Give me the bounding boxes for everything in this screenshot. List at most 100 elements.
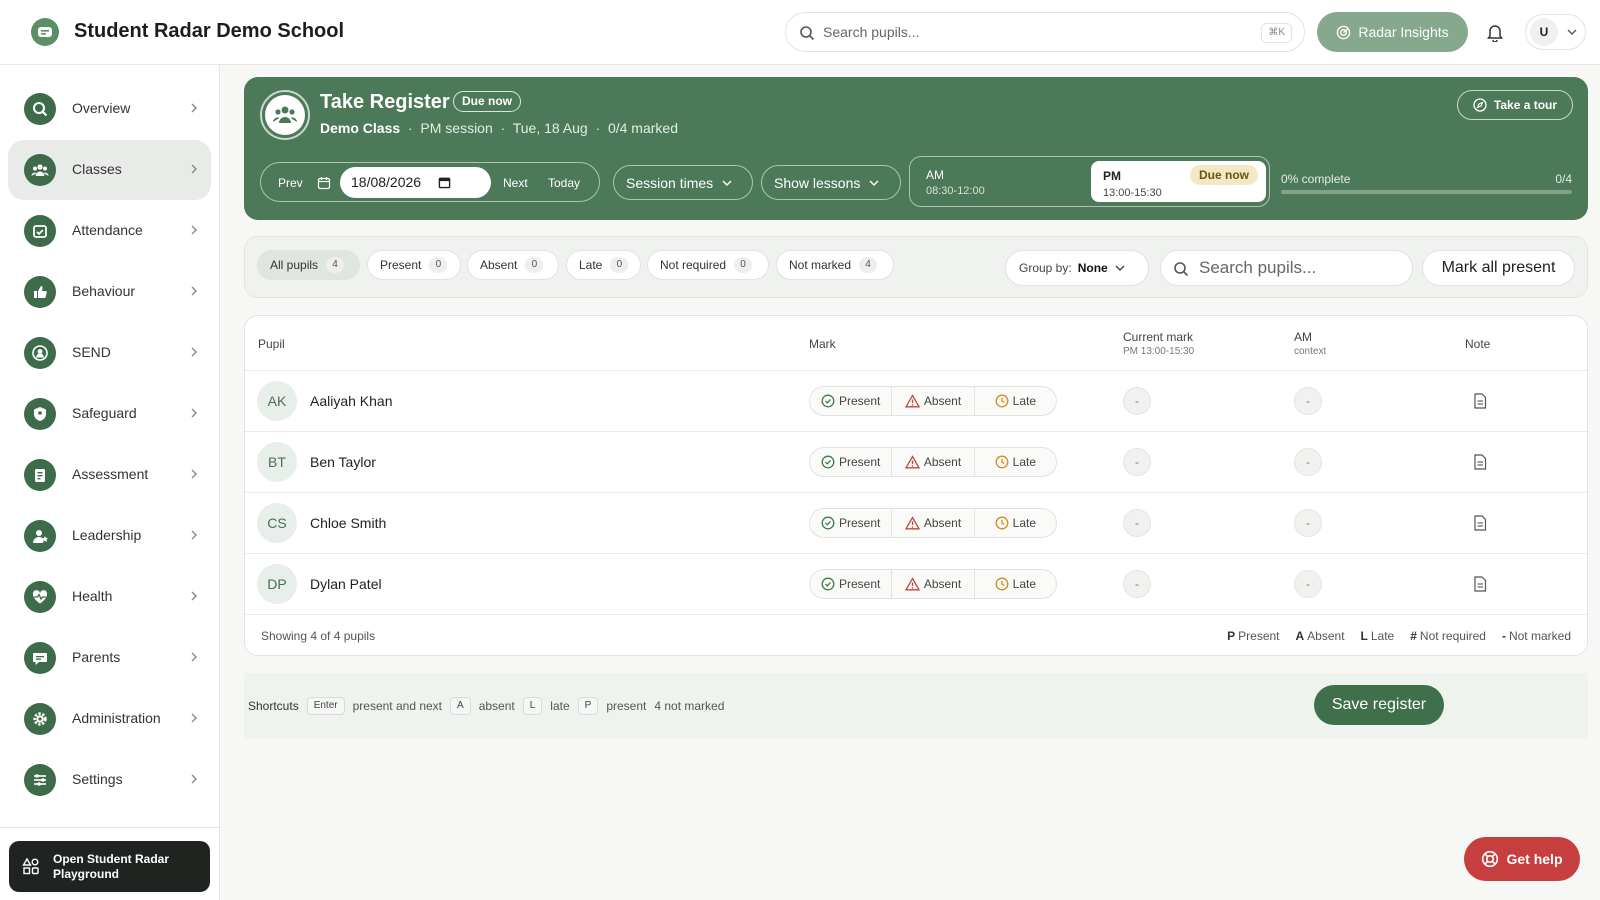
take-tour-label: Take a tour	[1493, 98, 1558, 112]
chevron-right-icon	[191, 347, 197, 357]
pupil-search-input[interactable]: Search pupils...	[1160, 250, 1413, 286]
mark-present-button[interactable]: Present	[810, 570, 893, 598]
register-table: Pupil Mark Current mark PM 13:00-15:30 A…	[244, 315, 1588, 656]
global-search-input[interactable]: Search pupils... ⌘K	[785, 12, 1305, 52]
warning-icon	[904, 394, 920, 408]
group-by-value: None	[1077, 261, 1108, 275]
chip-count: 0	[429, 257, 448, 273]
pupil-name[interactable]: Chloe Smith	[310, 515, 386, 531]
filter-chip-not-required[interactable]: Not required 0	[647, 250, 769, 280]
calendar-icon[interactable]	[317, 176, 331, 190]
sidebar-item-settings[interactable]: Settings	[8, 750, 211, 810]
mark-absent-label: Absent	[923, 455, 962, 469]
bell-icon[interactable]	[1486, 22, 1504, 47]
filter-chip-absent[interactable]: Absent 0	[467, 250, 559, 280]
showing-count: Showing 4 of 4 pupils	[261, 629, 376, 643]
sidebar-item-label: Leadership	[72, 527, 142, 543]
chip-label: Present	[380, 258, 422, 272]
sidebar-item-label: Parents	[72, 649, 121, 665]
mark-absent-button[interactable]: Absent	[892, 448, 975, 476]
legend-label: Late	[1370, 629, 1395, 643]
date-input[interactable]: 18/08/2026	[340, 167, 491, 198]
filter-chip-all[interactable]: All pupils 4	[257, 250, 360, 280]
radar-insights-label: Radar Insights	[1358, 24, 1449, 40]
mark-present-button[interactable]: Present	[810, 448, 893, 476]
mark-late-button[interactable]: Late	[975, 509, 1056, 537]
shortcut-key: Enter	[306, 697, 345, 715]
sidebar-divider	[0, 827, 220, 828]
mark-absent-button[interactable]: Absent	[892, 570, 975, 598]
mark-present-button[interactable]: Present	[810, 387, 893, 415]
sidebar-item-classes[interactable]: Classes	[8, 140, 211, 200]
mark-late-button[interactable]: Late	[975, 448, 1056, 476]
calendar-check-icon	[24, 215, 56, 247]
sidebar-item-send[interactable]: SEND	[8, 323, 211, 383]
filter-chip-not-marked[interactable]: Not marked 4	[776, 250, 894, 280]
shortcut-hints: Shortcuts Enter present and next A absen…	[248, 697, 724, 715]
group-by-dropdown[interactable]: Group by: None	[1005, 250, 1149, 286]
check-circle-icon	[821, 394, 835, 408]
legend-item: # Not required	[1410, 629, 1486, 643]
sidebar-item-leadership[interactable]: Leadership	[8, 506, 211, 566]
mark-late-label: Late	[1012, 394, 1036, 408]
logo-icon[interactable]	[31, 18, 59, 46]
clock-icon	[995, 455, 1009, 469]
sidebar-item-label: Administration	[72, 710, 161, 726]
next-button[interactable]: Next	[503, 176, 528, 190]
am-context-value: -	[1294, 509, 1322, 537]
sidebar-item-behaviour[interactable]: Behaviour	[8, 262, 211, 322]
sidebar-item-administration[interactable]: Administration	[8, 689, 211, 749]
mark-absent-button[interactable]: Absent	[892, 387, 975, 415]
progress-count: 0/4	[1555, 172, 1572, 186]
pupil-name[interactable]: Dylan Patel	[310, 576, 382, 592]
chat-icon	[24, 642, 56, 674]
mark-absent-label: Absent	[923, 516, 962, 530]
get-help-button[interactable]: Get help	[1464, 837, 1580, 881]
sidebar-item-parents[interactable]: Parents	[8, 628, 211, 688]
calendar-icon[interactable]	[438, 176, 451, 189]
sidebar-item-label: Health	[72, 588, 113, 604]
note-icon[interactable]	[1473, 454, 1487, 470]
sidebar-item-label: Behaviour	[72, 283, 136, 299]
today-button[interactable]: Today	[548, 176, 580, 190]
session-times-dropdown[interactable]: Session times	[613, 165, 753, 200]
pupil-name[interactable]: Ben Taylor	[310, 454, 376, 470]
take-tour-button[interactable]: Take a tour	[1457, 90, 1573, 120]
sidebar-item-overview[interactable]: Overview	[8, 79, 211, 139]
user-menu[interactable]: U	[1525, 14, 1586, 50]
chevron-right-icon	[191, 164, 197, 174]
filter-chip-late[interactable]: Late 0	[566, 250, 641, 280]
group-by-label: Group by:	[1019, 261, 1072, 275]
sidebar-item-attendance[interactable]: Attendance	[8, 201, 211, 261]
sidebar-item-assessment[interactable]: Assessment	[8, 445, 211, 505]
note-icon[interactable]	[1473, 576, 1487, 592]
sidebar-item-health[interactable]: Health	[8, 567, 211, 627]
shortcut-description: present and next	[352, 699, 443, 713]
session-name: PM session	[420, 120, 493, 136]
sidebar-item-label: Attendance	[72, 222, 143, 238]
school-name: Student Radar Demo School	[74, 20, 345, 42]
mark-late-button[interactable]: Late	[975, 570, 1056, 598]
mark-all-present-button[interactable]: Mark all present	[1422, 250, 1575, 286]
mark-absent-button[interactable]: Absent	[892, 509, 975, 537]
sidebar-item-label: SEND	[72, 344, 111, 360]
radar-insights-button[interactable]: Radar Insights	[1317, 12, 1468, 52]
mark-late-button[interactable]: Late	[975, 387, 1056, 415]
prev-button[interactable]: Prev	[278, 176, 303, 190]
show-lessons-dropdown[interactable]: Show lessons	[761, 165, 901, 200]
warning-icon	[904, 577, 920, 591]
session-pm-option[interactable]: PM 13:00-15:30 Due now	[1091, 161, 1266, 202]
note-icon[interactable]	[1473, 515, 1487, 531]
sidebar-item-safeguard[interactable]: Safeguard	[8, 384, 211, 444]
mark-present-button[interactable]: Present	[810, 509, 893, 537]
pupil-name[interactable]: Aaliyah Khan	[310, 393, 393, 409]
register-subtitle: Demo Class · PM session · Tue, 18 Aug · …	[320, 120, 678, 136]
am-context-value: -	[1294, 570, 1322, 598]
mark-selector: Present Absent Late	[809, 508, 1057, 538]
note-icon[interactable]	[1473, 393, 1487, 409]
legend-item: - Not marked	[1502, 629, 1571, 643]
filter-chip-present[interactable]: Present 0	[367, 250, 461, 280]
session-am-range: 08:30-12:00	[926, 185, 985, 197]
open-playground-button[interactable]: Open Student Radar Playground	[9, 841, 210, 892]
save-register-button[interactable]: Save register	[1314, 685, 1444, 725]
